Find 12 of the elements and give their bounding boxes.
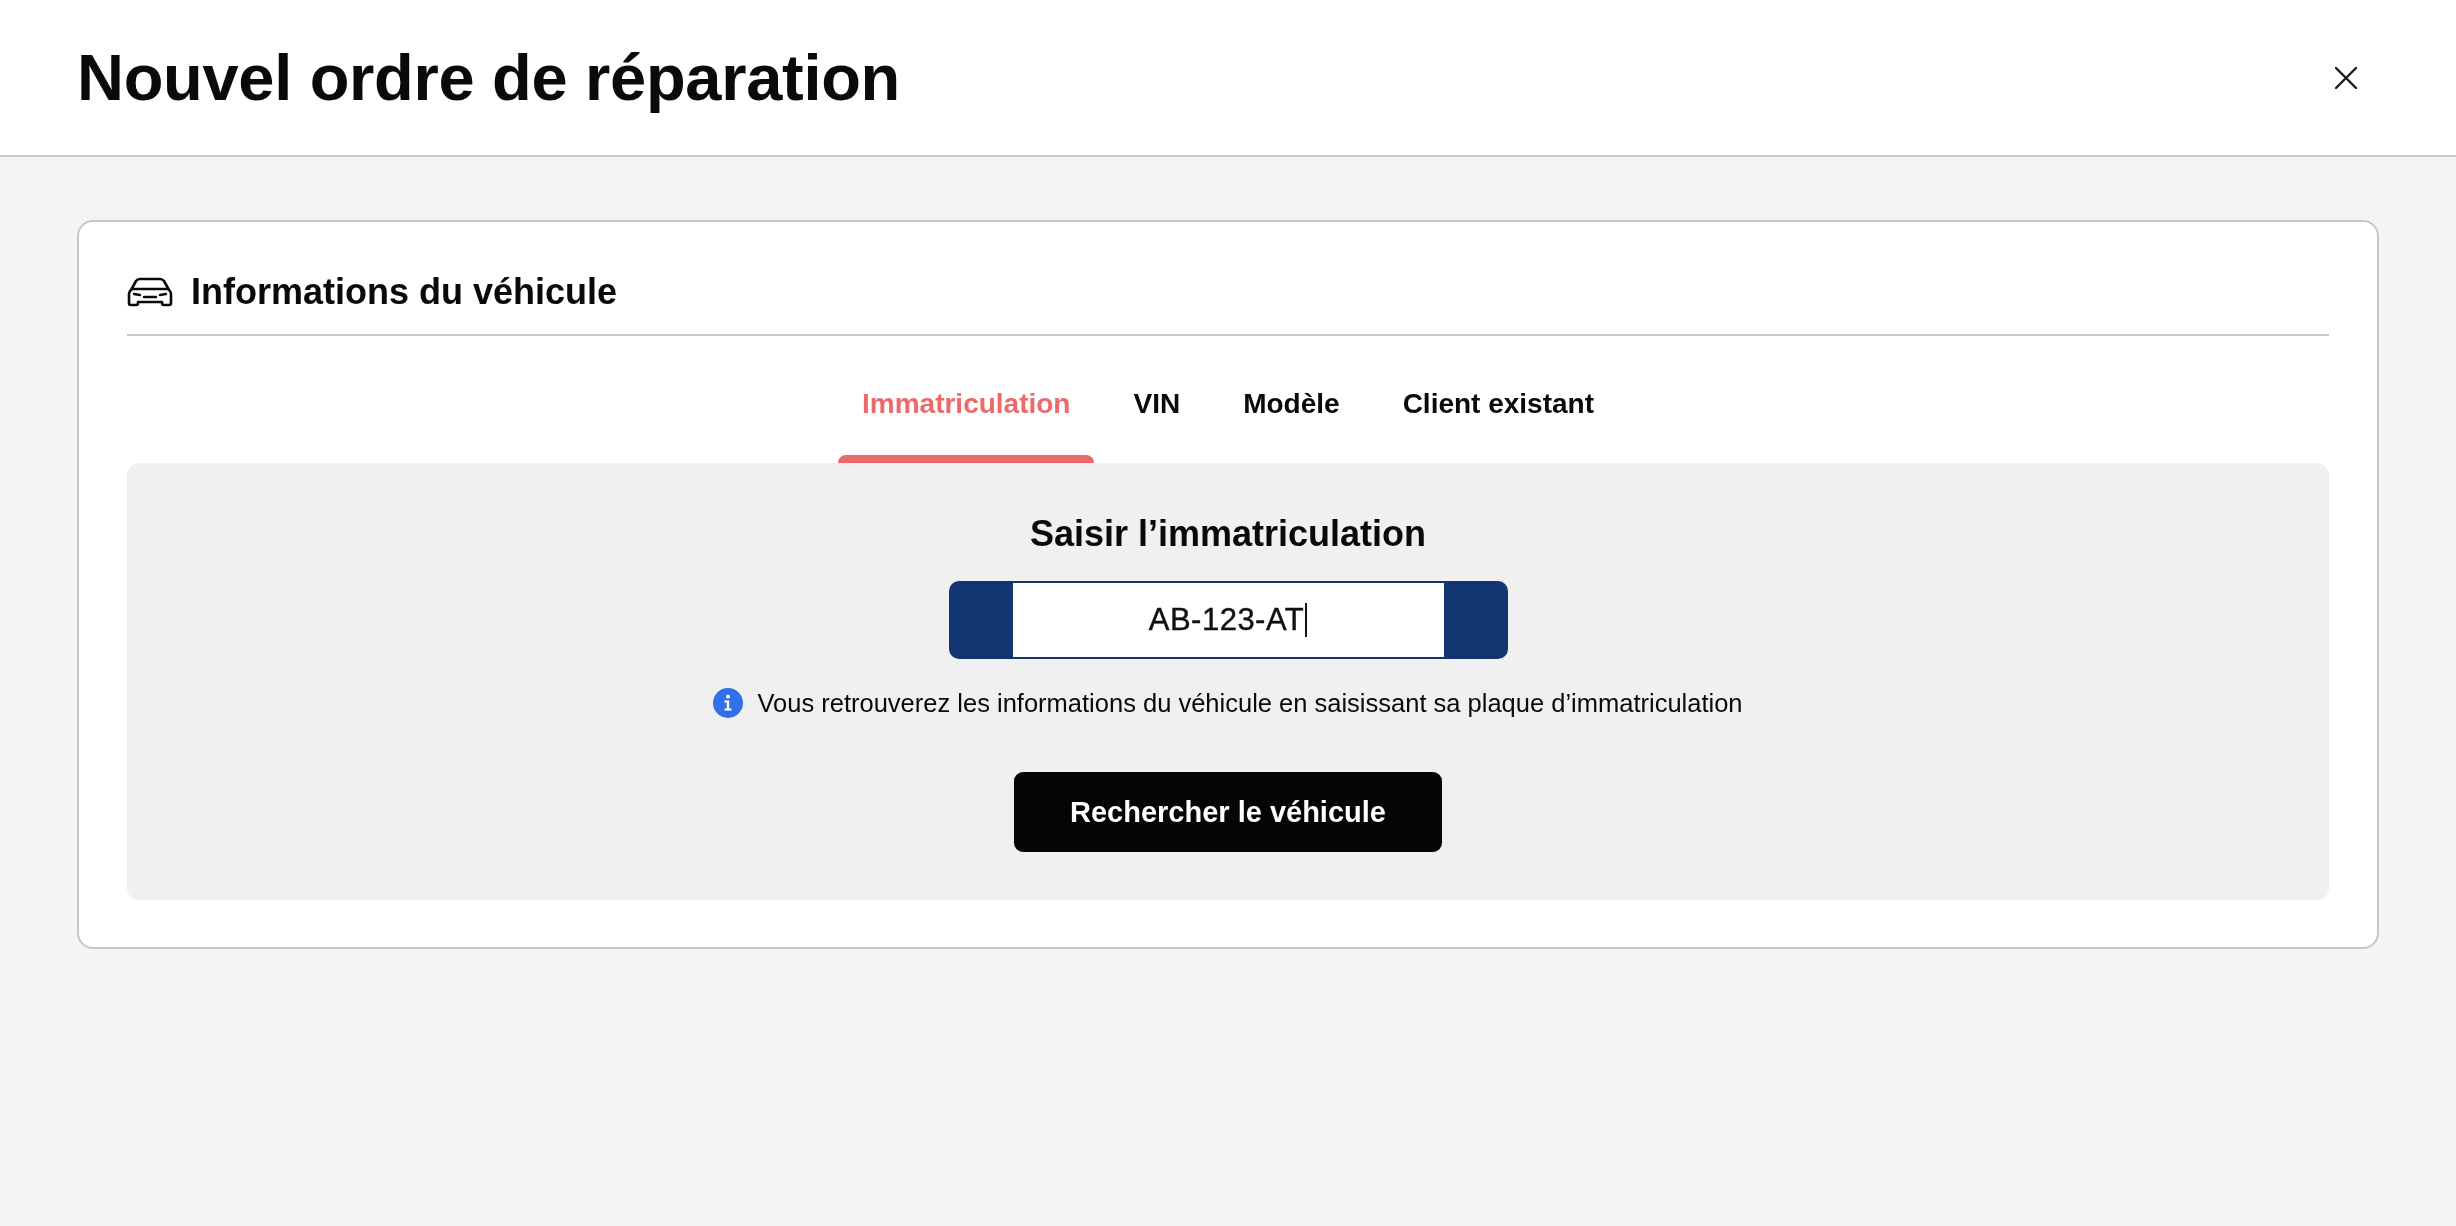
tab[interactable]: Modèle: [1219, 336, 1364, 463]
tab[interactable]: VIN: [1109, 336, 1205, 463]
panel-heading: Saisir l’immatriculation: [1029, 512, 1427, 556]
info-icon: [713, 688, 744, 718]
license-plate-input-field[interactable]: AB-123-AT: [948, 581, 1508, 659]
close-icon: [2335, 66, 2357, 89]
hint-text: Vous retrouverez les informations du véhicule en saisissant sa plaque d’immatriculation: [757, 688, 1743, 719]
dialog-title: Nouvel ordre de réparation: [77, 39, 900, 116]
tab[interactable]: Client existant: [1378, 336, 1618, 463]
car-icon: [127, 277, 173, 307]
search-vehicle-button[interactable]: Rechercher le véhicule: [1014, 772, 1442, 852]
card-title: Informations du véhicule: [191, 270, 618, 314]
